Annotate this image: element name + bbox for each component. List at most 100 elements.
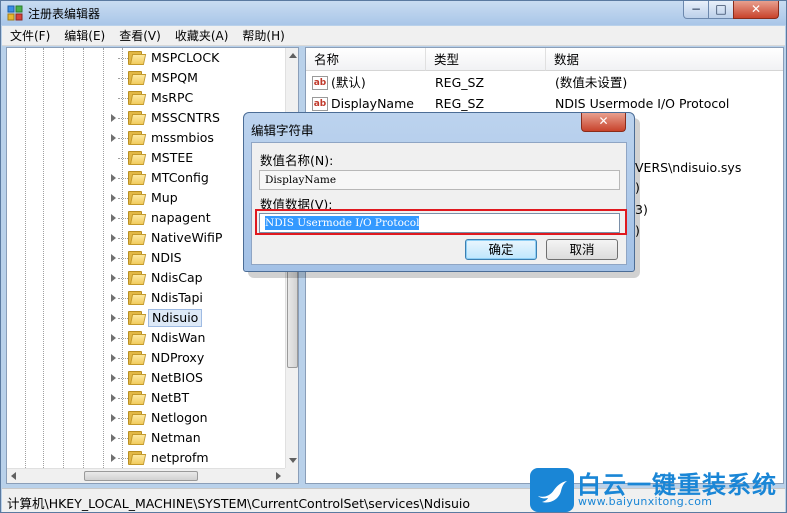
folder-icon: [128, 71, 147, 85]
expand-arrow-icon[interactable]: [111, 354, 116, 362]
folder-icon: [128, 231, 147, 245]
value-row[interactable]: ab DisplayName REG_SZ NDIS Usermode I/O …: [306, 94, 783, 114]
folder-icon: [128, 51, 147, 65]
scrollbar-thumb[interactable]: [84, 471, 198, 481]
tree-item[interactable]: NetBIOS: [7, 368, 285, 388]
scroll-right-arrow-icon[interactable]: [276, 472, 281, 480]
tree-item-label: NetBT: [151, 390, 190, 405]
folder-icon: [128, 391, 147, 405]
tree-item-label: MSTEE: [151, 150, 194, 165]
expand-arrow-icon[interactable]: [111, 274, 116, 282]
dialog-body: 数值名称(N): DisplayName 数值数据(V): NDIS Userm…: [251, 142, 627, 265]
tree-item[interactable]: NDProxy: [7, 348, 285, 368]
tree-item-label: NetBIOS: [151, 370, 203, 385]
folder-icon: [128, 131, 147, 145]
folder-icon: [128, 271, 147, 285]
expand-arrow-icon[interactable]: [111, 394, 116, 402]
tree-item-label: NDIS: [151, 250, 182, 265]
expand-arrow-icon[interactable]: [111, 234, 116, 242]
tree-item[interactable]: Netlogon: [7, 408, 285, 428]
cancel-button[interactable]: 取消: [546, 239, 618, 260]
expand-arrow-icon[interactable]: [111, 454, 116, 462]
column-header-type[interactable]: 类型: [426, 48, 546, 71]
selected-text: NDIS Usermode I/O Protocol: [265, 216, 420, 230]
value-row[interactable]: ab (默认) REG_SZ (数值未设置): [306, 73, 783, 93]
value-data-partial: VERS\ndisuio.sys: [635, 160, 742, 175]
expand-arrow-icon[interactable]: [111, 294, 116, 302]
maximize-button[interactable]: □: [708, 1, 734, 19]
expand-arrow-icon[interactable]: [111, 134, 116, 142]
registry-editor-icon: [7, 5, 23, 21]
expand-arrow-icon[interactable]: [111, 214, 116, 222]
tree-item-label: MTConfig: [151, 170, 209, 185]
window-title: 注册表编辑器: [28, 7, 101, 21]
tree-item[interactable]: MSPQM: [7, 68, 285, 88]
minimize-button[interactable]: −: [683, 1, 709, 19]
tree-item[interactable]: netprofm: [7, 448, 285, 468]
menu-edit[interactable]: 编辑(E): [56, 26, 111, 44]
tree-item-label: MSPCLOCK: [151, 50, 220, 65]
value-name: (默认): [331, 75, 366, 90]
folder-icon: [128, 371, 147, 385]
expand-arrow-icon[interactable]: [111, 334, 116, 342]
scrollbar-corner: [285, 468, 298, 483]
tree-item-label: Mup: [151, 190, 178, 205]
menu-bar: 文件(F) 编辑(E) 查看(V) 收藏夹(A) 帮助(H): [2, 26, 785, 46]
menu-file[interactable]: 文件(F): [2, 26, 56, 44]
close-button[interactable]: ✕: [733, 1, 779, 19]
string-value-icon: ab: [312, 76, 328, 90]
ok-button[interactable]: 确定: [465, 239, 537, 260]
tree-item[interactable]: NetBT: [7, 388, 285, 408]
value-name: DisplayName: [331, 96, 414, 111]
folder-icon: [128, 351, 147, 365]
column-header-data[interactable]: 数据: [546, 48, 783, 71]
folder-icon: [128, 211, 147, 225]
string-value-icon: ab: [312, 97, 328, 111]
tree-item-label: Netman: [151, 430, 201, 445]
expand-arrow-icon[interactable]: [111, 174, 116, 182]
folder-icon: [128, 191, 147, 205]
tree-item[interactable]: Netman: [7, 428, 285, 448]
menu-favorites[interactable]: 收藏夹(A): [167, 26, 235, 44]
tree-item[interactable]: MSPCLOCK: [7, 48, 285, 68]
tree-horizontal-scrollbar[interactable]: [7, 468, 285, 483]
value-data: NDIS Usermode I/O Protocol: [555, 96, 730, 111]
scroll-up-arrow-icon[interactable]: [289, 53, 297, 58]
menu-view[interactable]: 查看(V): [111, 26, 167, 44]
folder-icon: [128, 451, 147, 465]
watermark-logo: 白云一键重装系统 www.baiyunxitong.com: [530, 465, 787, 513]
folder-icon: [128, 171, 147, 185]
value-type: REG_SZ: [435, 75, 485, 90]
dialog-close-button[interactable]: ✕: [581, 113, 626, 132]
bird-logo-icon: [530, 468, 574, 512]
value-data-input[interactable]: NDIS Usermode I/O Protocol: [259, 213, 620, 233]
dialog-title: 编辑字符串: [251, 123, 314, 138]
folder-icon: [128, 331, 147, 345]
expand-arrow-icon[interactable]: [111, 374, 116, 382]
expand-arrow-icon[interactable]: [111, 434, 116, 442]
edit-string-dialog: 编辑字符串 ✕ 数值名称(N): DisplayName 数值数据(V): ND…: [243, 112, 635, 272]
scroll-down-arrow-icon[interactable]: [289, 458, 297, 463]
folder-icon: [128, 111, 147, 125]
tree-item-label: napagent: [151, 210, 211, 225]
folder-icon: [128, 251, 147, 265]
column-header-name[interactable]: 名称: [306, 48, 426, 71]
folder-icon: [128, 311, 147, 325]
tree-item[interactable]: NdisTapi: [7, 288, 285, 308]
expand-arrow-icon[interactable]: [111, 254, 116, 262]
menu-help[interactable]: 帮助(H): [234, 26, 290, 44]
expand-arrow-icon[interactable]: [111, 414, 116, 422]
value-name-field: DisplayName: [259, 170, 620, 190]
title-bar[interactable]: 注册表编辑器 − □ ✕: [1, 1, 786, 25]
scroll-left-arrow-icon[interactable]: [11, 472, 16, 480]
folder-icon: [128, 291, 147, 305]
tree-item[interactable]: Ndisuio: [7, 308, 285, 328]
tree-item-label: Netlogon: [151, 410, 208, 425]
folder-icon: [128, 151, 147, 165]
expand-arrow-icon[interactable]: [111, 314, 116, 322]
tree-item-label: NativeWifiP: [151, 230, 223, 245]
tree-item[interactable]: NdisWan: [7, 328, 285, 348]
expand-arrow-icon[interactable]: [111, 194, 116, 202]
expand-arrow-icon[interactable]: [111, 114, 116, 122]
tree-item[interactable]: MsRPC: [7, 88, 285, 108]
